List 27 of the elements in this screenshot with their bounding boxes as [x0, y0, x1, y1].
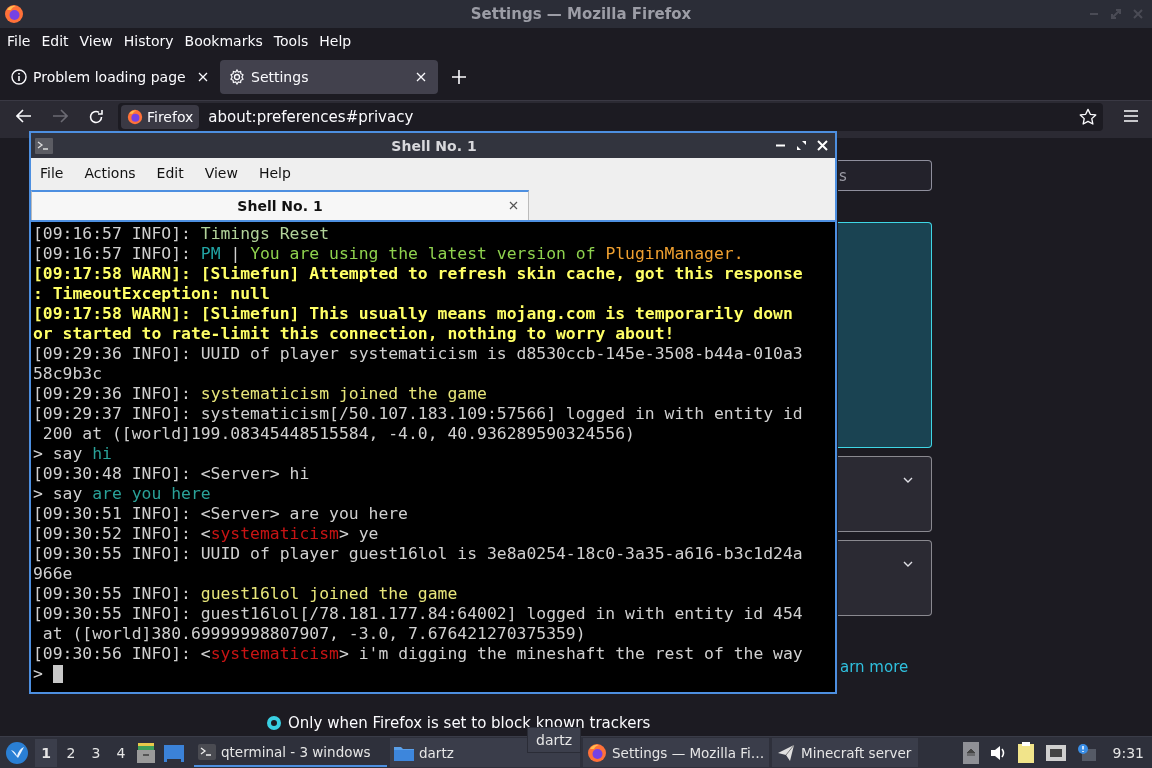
terminal-line: [09:29:36 INFO]: UUID of player systematicism is d8530ccb-145e-3508-b44a-010a3 — [33, 344, 803, 364]
terminal-line: : TimeoutException: null — [33, 284, 270, 304]
terminal-line: or started to rate-limit this connection, nothing to worry about! — [33, 324, 675, 344]
terminal-line: [09:17:58 WARN]: [Slimefun] Attempted to refresh skin cache, got this response — [33, 264, 803, 284]
window-title: Settings — Mozilla Firefox — [469, 5, 693, 23]
window-title: Shell No. 1 — [390, 137, 478, 154]
terminal-line: [09:16:57 INFO]: Timings Reset — [33, 224, 330, 244]
tooltip: dartz — [527, 727, 582, 753]
terminal-line: [09:30:55 INFO]: UUID of player guest16lol is 3e8a0254-18c0-3a35-a616-b3c1d24a — [33, 544, 803, 564]
terminal-line: 966e — [33, 564, 73, 584]
terminal-line: [09:30:52 INFO]: <systematicism> ye — [33, 524, 379, 544]
terminal-line: [09:16:57 INFO]: PM | You are using the latest version of PluginManager. — [33, 244, 744, 264]
terminal-line: [09:30:56 INFO]: <systematicism> i'm digging the mineshaft the rest of the way — [33, 644, 803, 664]
terminal-line: [09:30:55 INFO]: guest16lol joined the game — [33, 584, 458, 604]
terminal-line: [09:17:58 WARN]: [Slimefun] This usually means mojang.com is temporarily down — [33, 304, 793, 324]
prompt-text: > — [33, 664, 43, 684]
terminal-line: [09:29:37 INFO]: systematicism[/50.107.183.109:57566] logged in with entity id — [33, 404, 803, 424]
terminal-line: at ([world]380.69999998807907, -3.0, 7.676421270375359) — [41, 624, 586, 644]
terminal-line: [09:30:48 INFO]: <Server> hi — [33, 464, 310, 484]
terminal-line: 200 at ([world]199.08345448515584, -4.0, 40.936289590324556) — [41, 424, 635, 444]
url-text: about:preferences#privacy — [208, 108, 414, 126]
terminal-line: 58c9b3c — [33, 364, 103, 384]
terminal-line: > say are you here — [33, 484, 211, 504]
terminal-line: [09:29:36 INFO]: systematicism joined the game — [33, 384, 487, 404]
terminal-line: > say hi — [33, 444, 112, 464]
terminal-line: [09:30:51 INFO]: <Server> are you here — [33, 504, 408, 524]
terminal-line: [09:30:55 INFO]: guest16lol[/78.181.177.84:64002] logged in with entity id 454 — [33, 604, 803, 624]
